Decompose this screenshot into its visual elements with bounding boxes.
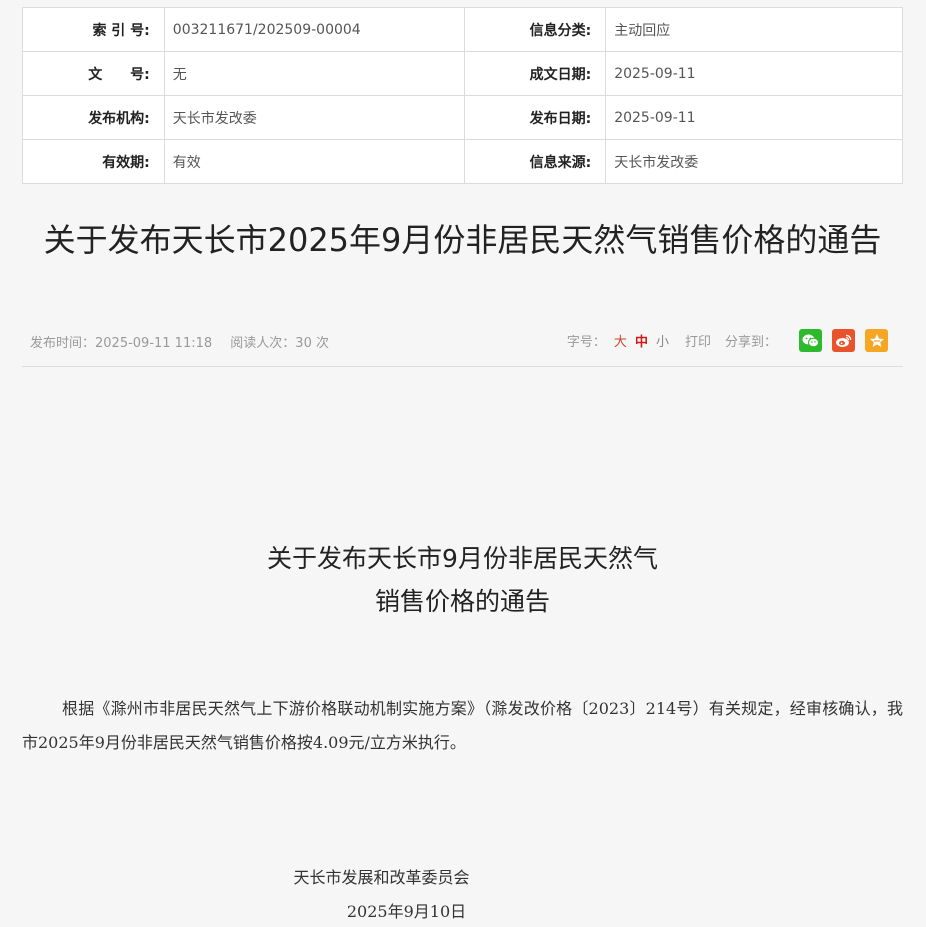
meta-label: 成文日期: xyxy=(464,51,607,96)
meta-value: 主动回应 xyxy=(605,7,903,52)
meta-value: 2025-09-11 xyxy=(605,51,903,96)
meta-value: 天长市发改委 xyxy=(605,139,903,184)
subtitle-line: 关于发布天长市9月份非居民天然气 xyxy=(267,544,658,573)
meta-label: 发布机构: xyxy=(22,95,165,140)
wechat-icon[interactable] xyxy=(799,329,822,352)
share-label: 分享到： xyxy=(724,335,777,350)
info-meta-table: 索 引 号: 003211671/202509-00004 信息分类: 主动回应… xyxy=(22,7,903,184)
article-tools: 字号： 大 中 小 打印 分享到： xyxy=(567,329,888,352)
article-body: 根据《滁州市非居民天然气上下游价格联动机制实施方案》（滁发改价格〔2023〕21… xyxy=(22,699,903,752)
meta-label: 有效期: xyxy=(22,139,165,184)
table-row: 索 引 号: 003211671/202509-00004 信息分类: 主动回应 xyxy=(22,7,903,52)
font-size-small-button[interactable]: 小 xyxy=(656,331,669,350)
divider xyxy=(22,366,903,367)
meta-label: 发布日期: xyxy=(464,95,607,140)
table-row: 有效期: 有效 信息来源: 天长市发改委 xyxy=(22,139,903,184)
table-row: 文 号: 无 成文日期: 2025-09-11 xyxy=(22,51,903,96)
publish-time: 发布时间：2025-09-11 11:18 xyxy=(30,336,213,351)
font-size-medium-button[interactable]: 中 xyxy=(635,331,648,350)
sign-date: 2025年9月10日 xyxy=(346,902,467,921)
font-size-label: 字号： xyxy=(566,335,606,350)
weibo-icon[interactable] xyxy=(832,329,855,352)
meta-value: 无 xyxy=(163,51,466,96)
meta-label: 索 引 号: xyxy=(22,7,165,52)
subtitle-line: 销售价格的通告 xyxy=(374,587,550,616)
publish-info: 发布时间：2025-09-11 11:18 阅读人次：30 次 xyxy=(30,332,343,351)
meta-value: 有效 xyxy=(163,139,466,184)
qzone-icon[interactable] xyxy=(865,329,888,352)
table-row: 发布机构: 天长市发改委 发布日期: 2025-09-11 xyxy=(22,95,903,140)
meta-value: 003211671/202509-00004 xyxy=(163,7,466,52)
meta-label: 文 号: xyxy=(22,51,165,96)
meta-value: 2025-09-11 xyxy=(605,95,903,140)
meta-value: 天长市发改委 xyxy=(163,95,466,140)
font-size-large-button[interactable]: 大 xyxy=(614,331,627,350)
read-count: 阅读人次：30 次 xyxy=(230,336,329,351)
page-title: 关于发布天长市2025年9月份非居民天然气销售价格的通告 xyxy=(43,221,882,259)
article-subtitle: 关于发布天长市9月份非居民天然气 销售价格的通告 xyxy=(22,537,903,623)
print-button[interactable]: 打印 xyxy=(685,331,711,350)
signer-name: 天长市发展和改革委员会 xyxy=(293,868,470,887)
article-info-bar: 发布时间：2025-09-11 11:18 阅读人次：30 次 字号： 大 中 … xyxy=(30,329,888,353)
meta-label: 信息分类: xyxy=(464,7,607,52)
meta-label: 信息来源: xyxy=(464,139,607,184)
